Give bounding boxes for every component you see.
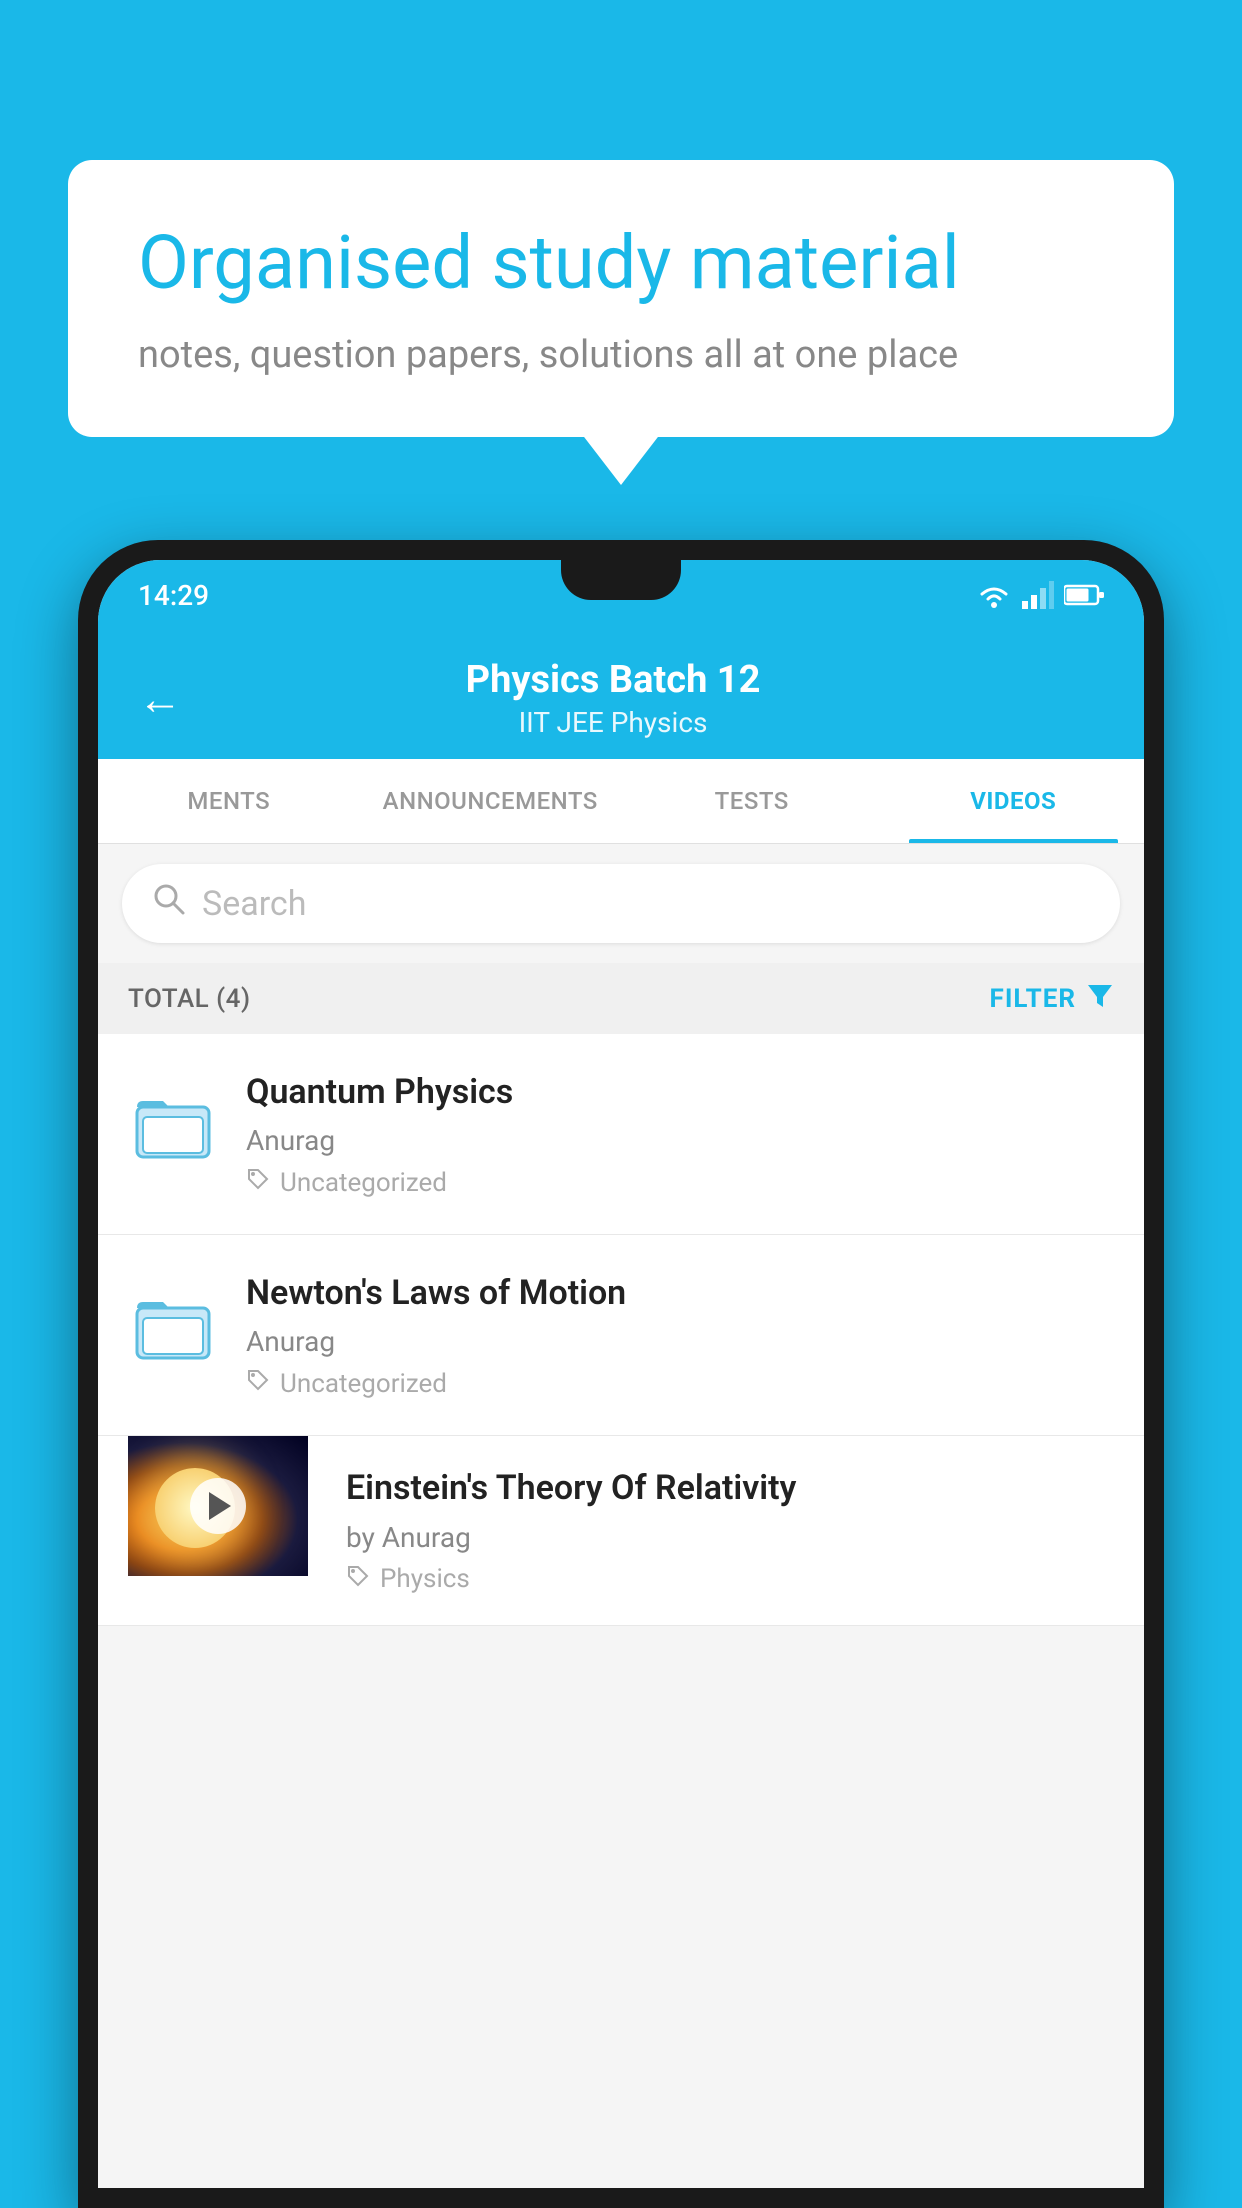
speech-bubble-box: Organised study material notes, question… xyxy=(68,160,1174,437)
tab-announcements[interactable]: ANNOUNCEMENTS xyxy=(360,759,622,843)
phone-screen: 14:29 xyxy=(98,560,1144,2188)
video-title: Quantum Physics xyxy=(246,1070,1114,1114)
bubble-title: Organised study material xyxy=(138,220,1104,309)
search-icon xyxy=(152,882,186,925)
folder-icon-wrap xyxy=(128,1080,218,1170)
batch-subtitle: IIT JEE Physics xyxy=(212,706,1014,739)
folder-icon xyxy=(133,1286,213,1366)
promo-speech-bubble: Organised study material notes, question… xyxy=(68,160,1174,437)
total-count: TOTAL (4) xyxy=(128,984,251,1014)
phone-frame: 14:29 xyxy=(78,540,1164,2208)
video-title: Einstein's Theory Of Relativity xyxy=(346,1466,1104,1510)
tab-ments[interactable]: MENTS xyxy=(98,759,360,843)
filter-button[interactable]: FILTER xyxy=(990,981,1114,1016)
video-list: Quantum Physics Anurag Uncategorized xyxy=(98,1034,1144,1626)
filter-bar: TOTAL (4) FILTER xyxy=(98,963,1144,1034)
video-thumbnail xyxy=(128,1436,308,1576)
play-triangle-icon xyxy=(209,1492,231,1520)
video-author: Anurag xyxy=(246,1325,1114,1358)
list-item[interactable]: Newton's Laws of Motion Anurag Uncategor… xyxy=(98,1235,1144,1436)
search-bar[interactable]: Search xyxy=(122,864,1120,943)
tab-tests[interactable]: TESTS xyxy=(621,759,883,843)
bubble-subtitle: notes, question papers, solutions all at… xyxy=(138,333,1104,377)
folder-icon-wrap xyxy=(128,1281,218,1371)
tag-icon xyxy=(246,1167,270,1198)
tabs-bar: MENTS ANNOUNCEMENTS TESTS VIDEOS xyxy=(98,759,1144,844)
batch-title: Physics Batch 12 xyxy=(212,658,1014,702)
list-item[interactable]: Einstein's Theory Of Relativity by Anura… xyxy=(98,1436,1144,1625)
header-title-block: Physics Batch 12 IIT JEE Physics xyxy=(212,658,1014,739)
status-bar: 14:29 xyxy=(98,560,1144,630)
tag-icon xyxy=(246,1368,270,1399)
wifi-icon xyxy=(976,581,1012,609)
tab-videos[interactable]: VIDEOS xyxy=(883,759,1145,843)
video-info: Quantum Physics Anurag Uncategorized xyxy=(246,1070,1114,1198)
app-header: ← Physics Batch 12 IIT JEE Physics xyxy=(98,630,1144,759)
back-button[interactable]: ← xyxy=(138,677,182,721)
status-time: 14:29 xyxy=(138,579,209,612)
list-item[interactable]: Quantum Physics Anurag Uncategorized xyxy=(98,1034,1144,1235)
video-tag: Uncategorized xyxy=(246,1368,1114,1399)
video-info: Einstein's Theory Of Relativity by Anura… xyxy=(336,1436,1114,1624)
video-tag: Uncategorized xyxy=(246,1167,1114,1198)
video-author: Anurag xyxy=(246,1124,1114,1157)
notch xyxy=(561,560,681,600)
play-button[interactable] xyxy=(190,1478,246,1534)
battery-icon xyxy=(1064,584,1104,606)
video-info: Newton's Laws of Motion Anurag Uncategor… xyxy=(246,1271,1114,1399)
filter-funnel-icon xyxy=(1086,981,1114,1016)
folder-icon xyxy=(133,1085,213,1165)
tag-icon xyxy=(346,1564,370,1595)
search-placeholder: Search xyxy=(202,884,306,924)
status-icons xyxy=(976,581,1104,609)
signal-icon xyxy=(1022,581,1054,609)
video-author: by Anurag xyxy=(346,1521,1104,1554)
video-tag: Physics xyxy=(346,1564,1104,1595)
video-title: Newton's Laws of Motion xyxy=(246,1271,1114,1315)
